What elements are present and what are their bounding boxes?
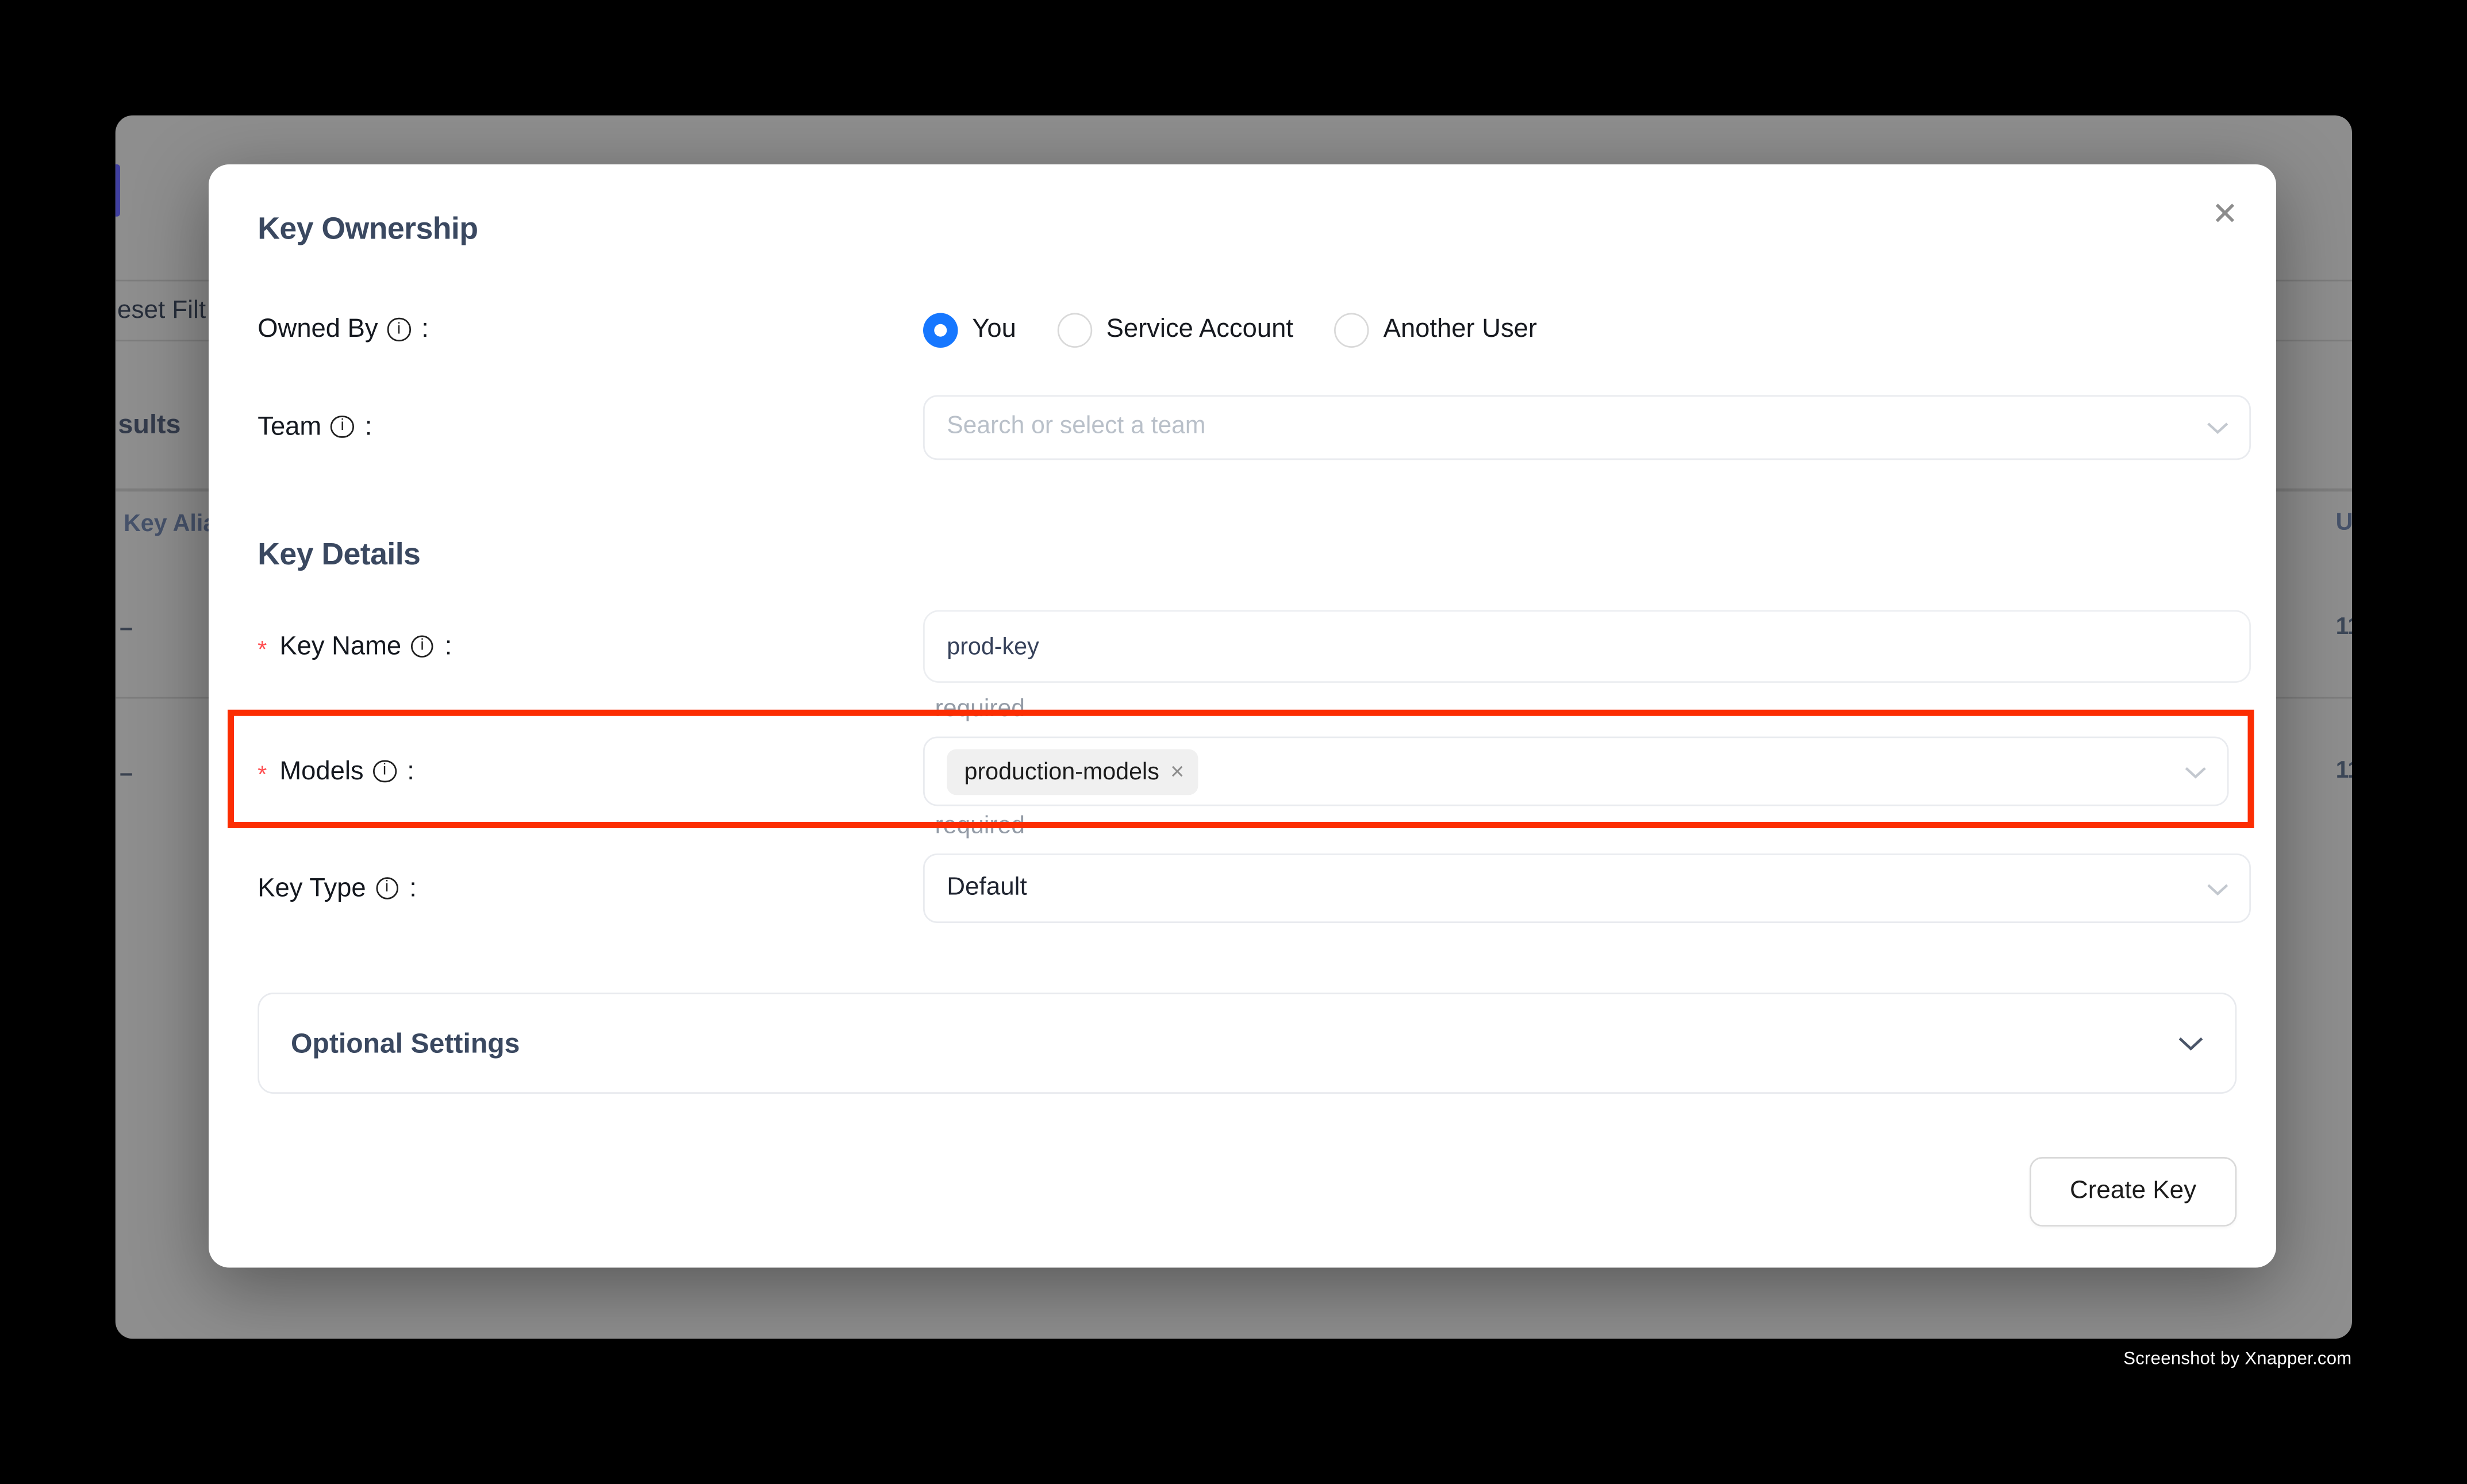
table-cell-date-partial: 11/	[2336, 756, 2353, 783]
chevron-down-icon	[2178, 1036, 2204, 1051]
optional-settings-title: Optional Settings	[291, 1027, 520, 1060]
team-select[interactable]: Search or select a team	[923, 394, 2250, 459]
radio-selected-icon[interactable]	[923, 312, 958, 347]
models-row: * Models i : production-models ×	[258, 737, 2250, 806]
radio-option-service-account[interactable]: Service Account	[1057, 312, 1293, 347]
results-count-partial: sults	[118, 409, 180, 440]
radio-unselected-icon[interactable]	[1334, 312, 1369, 347]
team-label-text: Team	[258, 412, 321, 441]
team-row: Team i : Search or select a team	[258, 394, 2250, 459]
models-label-text: Models	[279, 756, 363, 786]
column-header-updated-partial: Up	[2336, 509, 2353, 536]
required-asterisk: *	[258, 761, 267, 788]
chevron-down-icon	[2184, 766, 2206, 778]
table-cell-date-partial: 11/	[2336, 613, 2353, 640]
optional-settings-accordion[interactable]: Optional Settings	[258, 993, 2237, 1094]
chevron-down-icon	[2206, 883, 2228, 895]
radio-label: You	[972, 314, 1016, 344]
section-title-key-details: Key Details	[258, 537, 420, 573]
owned-by-radio-group: You Service Account Another User	[923, 312, 1537, 347]
key-name-validation-message: required	[935, 695, 1025, 724]
info-icon[interactable]: i	[411, 635, 434, 658]
selected-model-tag-text: production-models	[964, 758, 1159, 785]
key-name-label-text: Key Name	[279, 632, 401, 662]
radio-option-another-user[interactable]: Another User	[1334, 312, 1537, 347]
key-name-input-value: prod-key	[947, 633, 1039, 660]
tag-remove-icon[interactable]: ×	[1170, 759, 1184, 783]
create-key-modal: ✕ Key Ownership Owned By i : You Service…	[208, 164, 2276, 1267]
key-type-selected-value: Default	[947, 874, 1027, 903]
key-name-input[interactable]: prod-key	[923, 610, 2250, 683]
models-multiselect[interactable]: production-models ×	[923, 737, 2228, 806]
key-type-select[interactable]: Default	[923, 854, 2250, 923]
label-colon: :	[445, 632, 452, 662]
screenshot-canvas: eset Filt sults Key Alia – – Up 11/ 11/ …	[0, 0, 2467, 1484]
info-icon[interactable]: i	[387, 318, 410, 341]
key-type-label: Key Type i :	[258, 873, 923, 903]
key-name-label: * Key Name i :	[258, 632, 923, 662]
radio-option-you[interactable]: You	[923, 312, 1016, 347]
key-type-label-text: Key Type	[258, 873, 366, 903]
watermark-text: Screenshot by Xnapper.com	[2123, 1350, 2351, 1369]
owned-by-label: Owned By i :	[258, 314, 923, 344]
clipped-blue-button	[115, 165, 120, 217]
close-icon[interactable]: ✕	[2212, 195, 2238, 233]
models-label: * Models i :	[258, 756, 923, 786]
info-icon[interactable]: i	[373, 760, 396, 783]
label-colon: :	[365, 412, 372, 441]
info-icon[interactable]: i	[331, 416, 354, 439]
label-colon: :	[409, 873, 417, 903]
info-icon[interactable]: i	[375, 877, 398, 900]
radio-label: Service Account	[1106, 314, 1293, 344]
required-asterisk: *	[258, 636, 267, 663]
reset-filters-button-partial: eset Filt	[117, 297, 206, 325]
selected-model-tag: production-models ×	[947, 748, 1198, 794]
team-select-placeholder: Search or select a team	[947, 413, 1205, 441]
radio-unselected-icon[interactable]	[1057, 312, 1092, 347]
owned-by-row: Owned By i : You Service Account	[258, 306, 2250, 353]
column-header-key-alias-partial: Key Alia	[124, 510, 216, 537]
table-cell-dash: –	[120, 760, 133, 787]
owned-by-label-text: Owned By	[258, 314, 378, 344]
label-colon: :	[407, 756, 414, 786]
key-type-row: Key Type i : Default	[258, 854, 2250, 923]
key-name-row: * Key Name i : prod-key	[258, 610, 2250, 683]
models-validation-message: required	[935, 812, 1025, 840]
section-title-key-ownership: Key Ownership	[258, 211, 478, 247]
table-cell-dash: –	[120, 614, 133, 641]
radio-label: Another User	[1384, 314, 1537, 344]
team-label: Team i :	[258, 412, 923, 441]
create-key-button[interactable]: Create Key	[2030, 1156, 2236, 1226]
label-colon: :	[421, 314, 429, 344]
chevron-down-icon	[2206, 421, 2228, 434]
